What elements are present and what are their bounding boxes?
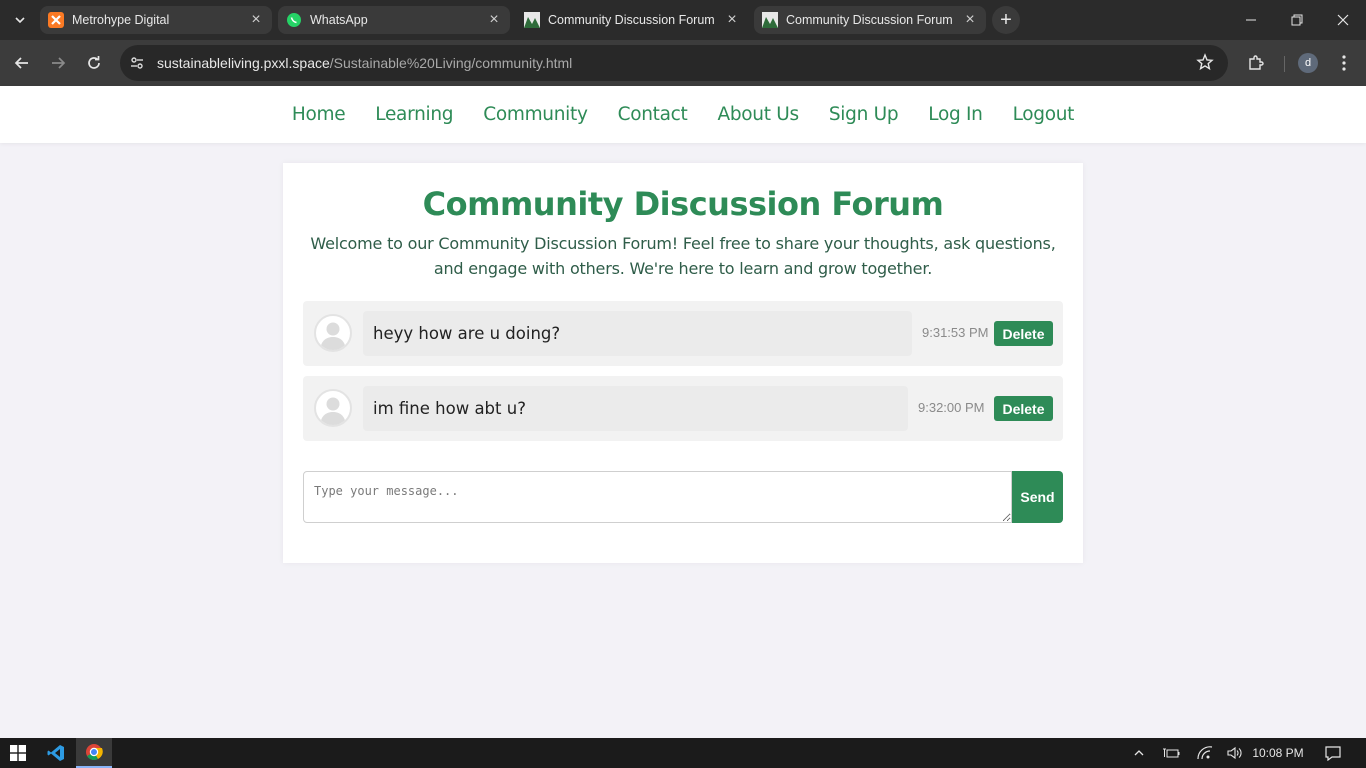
close-window-icon[interactable]	[1320, 0, 1366, 40]
tab-title: WhatsApp	[310, 13, 368, 27]
nav-about-us[interactable]: About Us	[717, 104, 799, 125]
url-text: sustainableliving.pxxl.space/Sustainable…	[157, 55, 572, 71]
tab-title: Metrohype Digital	[72, 13, 170, 27]
extensions-puzzle-icon[interactable]	[1242, 49, 1270, 77]
new-tab-button[interactable]: +	[992, 6, 1020, 34]
site-info-icon[interactable]	[125, 51, 149, 75]
whatsapp-icon	[286, 12, 302, 28]
message-item: im fine how abt u? 9:32:00 PM Delete	[303, 376, 1063, 441]
tab-title: Community Discussion Forum	[786, 13, 953, 27]
browser-tab-whatsapp[interactable]: WhatsApp ×	[278, 6, 510, 34]
nav-learning[interactable]: Learning	[375, 104, 453, 125]
send-button[interactable]: Send	[1012, 471, 1063, 523]
more-menu-icon[interactable]	[1330, 49, 1358, 77]
message-text: heyy how are u doing?	[363, 311, 912, 356]
close-tab-icon[interactable]: ×	[486, 12, 502, 28]
nav-home[interactable]: Home	[292, 104, 346, 125]
address-bar[interactable]: sustainableliving.pxxl.space/Sustainable…	[120, 45, 1228, 81]
browser-tab-forum-active[interactable]: Community Discussion Forum ×	[754, 6, 986, 34]
nav-logout[interactable]: Logout	[1013, 104, 1075, 125]
forward-arrow-icon[interactable]	[44, 49, 72, 77]
message-input[interactable]	[303, 471, 1012, 523]
browser-tab-bar: Metrohype Digital × WhatsApp × Community…	[0, 0, 1366, 40]
volume-icon[interactable]	[1224, 738, 1246, 768]
close-tab-icon[interactable]: ×	[248, 12, 264, 28]
profile-avatar[interactable]: d	[1298, 53, 1318, 73]
message-item: heyy how are u doing? 9:31:53 PM Delete	[303, 301, 1063, 366]
nav-sign-up[interactable]: Sign Up	[829, 104, 899, 125]
tab-title: Community Discussion Forum	[548, 13, 715, 27]
battery-icon[interactable]	[1160, 738, 1182, 768]
url-domain: sustainableliving.pxxl.space	[157, 55, 330, 71]
chrome-icon[interactable]	[76, 738, 112, 768]
message-text: im fine how abt u?	[363, 386, 908, 431]
forum-intro: Welcome to our Community Discussion Foru…	[310, 234, 1056, 278]
notifications-icon[interactable]	[1320, 738, 1346, 768]
close-tab-icon[interactable]: ×	[724, 12, 740, 28]
user-avatar-icon	[314, 389, 352, 427]
site-navigation: Home Learning Community Contact About Us…	[0, 86, 1366, 143]
reload-icon[interactable]	[80, 49, 108, 77]
minimize-icon[interactable]	[1228, 0, 1274, 40]
page-title: Community Discussion Forum	[422, 185, 944, 223]
tray-chevron-up-icon[interactable]	[1130, 738, 1148, 768]
delete-message-button[interactable]: Delete	[994, 321, 1053, 346]
message-timestamp: 9:32:00 PM	[918, 400, 985, 415]
bookmark-star-icon[interactable]	[1196, 53, 1214, 76]
url-path: /Sustainable%20Living/community.html	[329, 55, 573, 71]
restore-icon[interactable]	[1274, 0, 1320, 40]
user-avatar-icon	[314, 314, 352, 352]
os-taskbar: 10:08 PM	[0, 738, 1366, 768]
taskbar-clock[interactable]: 10:08 PM	[1250, 738, 1306, 768]
nav-contact[interactable]: Contact	[618, 104, 688, 125]
browser-toolbar: sustainableliving.pxxl.space/Sustainable…	[0, 40, 1366, 86]
message-timestamp: 9:31:53 PM	[922, 325, 989, 340]
xampp-icon	[48, 12, 64, 28]
windows-start-icon[interactable]	[0, 738, 36, 768]
site-icon	[762, 12, 778, 28]
vscode-icon[interactable]	[38, 738, 74, 768]
page-viewport: Home Learning Community Contact About Us…	[0, 86, 1366, 738]
browser-tab-forum[interactable]: Community Discussion Forum ×	[516, 6, 748, 34]
toolbar-divider	[1284, 56, 1285, 72]
back-arrow-icon[interactable]	[8, 49, 36, 77]
nav-log-in[interactable]: Log In	[928, 104, 983, 125]
browser-tab-metrohype[interactable]: Metrohype Digital ×	[40, 6, 272, 34]
message-composer: Send	[303, 471, 1063, 523]
close-tab-icon[interactable]: ×	[962, 12, 978, 28]
forum-card: Community Discussion Forum Welcome to ou…	[283, 163, 1083, 563]
delete-message-button[interactable]: Delete	[994, 396, 1053, 421]
nav-community[interactable]: Community	[483, 104, 588, 125]
wifi-icon[interactable]	[1194, 738, 1216, 768]
site-icon	[524, 12, 540, 28]
tab-search-chevron-icon[interactable]	[6, 6, 34, 34]
